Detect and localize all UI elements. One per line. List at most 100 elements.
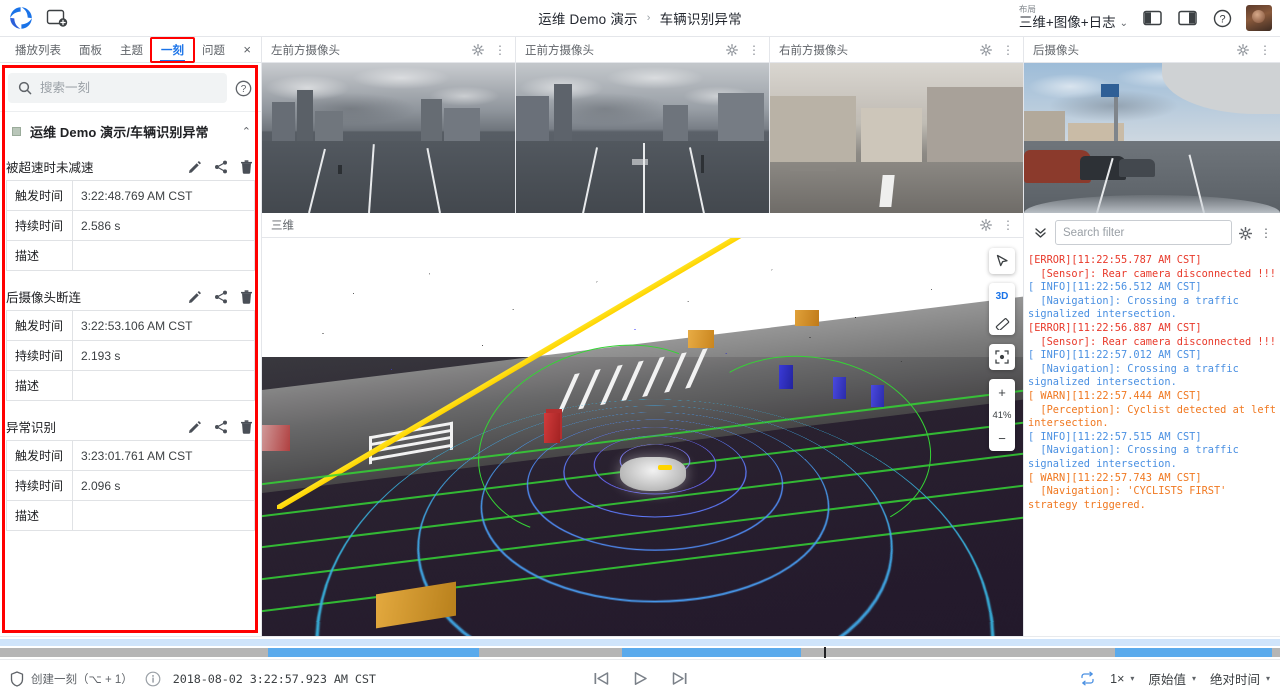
zoom-out-button[interactable]: − bbox=[989, 425, 1015, 451]
bounding-box-vehicle[interactable] bbox=[779, 365, 794, 390]
camera-view-left-front[interactable] bbox=[262, 63, 516, 213]
moment-details-table: 触发时间 3:23:01.761 AM CST 持续时间 2.096 s 描述 bbox=[6, 440, 255, 531]
layout-value: 三维+图像+日志 bbox=[1018, 15, 1116, 31]
caret-down-icon: ▾ bbox=[1130, 674, 1135, 683]
playback-bar: 创建一刻（⌥ + 1） 2018-08-02 3:22:57.923 AM CS… bbox=[0, 659, 1280, 697]
moment-details-table: 触发时间 3:22:53.106 AM CST 持续时间 2.193 s 描述 bbox=[6, 310, 255, 401]
bounding-box-vehicle[interactable] bbox=[832, 377, 846, 400]
double-chevron-down-icon[interactable] bbox=[1032, 226, 1048, 239]
avatar[interactable] bbox=[1246, 5, 1272, 31]
chevron-up-icon[interactable]: ⌃ bbox=[242, 125, 251, 138]
gear-icon[interactable] bbox=[980, 43, 992, 56]
zoom-in-button[interactable]: + bbox=[989, 379, 1015, 405]
trash-icon[interactable] bbox=[240, 159, 253, 174]
time-mode-value: 绝对时间 bbox=[1209, 673, 1260, 687]
cursor-pointer-icon[interactable] bbox=[989, 248, 1015, 274]
tab-label: 问题 bbox=[202, 44, 225, 57]
recenter-target-icon[interactable] bbox=[989, 344, 1015, 370]
camera-view-front[interactable] bbox=[516, 63, 770, 213]
gear-icon[interactable] bbox=[1237, 43, 1249, 56]
aperture-logo-icon[interactable] bbox=[8, 5, 34, 31]
add-panel-icon[interactable] bbox=[46, 8, 68, 28]
timeline-overview-bar[interactable] bbox=[0, 639, 1280, 646]
shield-icon bbox=[10, 670, 24, 687]
playback-speed-dropdown[interactable]: 1× ▾ bbox=[1110, 672, 1134, 686]
gear-icon[interactable] bbox=[726, 43, 738, 56]
search-input[interactable] bbox=[40, 81, 217, 95]
skip-next-icon[interactable] bbox=[671, 671, 688, 686]
kebab-menu-icon[interactable]: ⋮ bbox=[748, 44, 760, 56]
timeline[interactable] bbox=[0, 636, 1280, 659]
timeline-segment[interactable] bbox=[267, 648, 479, 657]
timeline-segment[interactable] bbox=[622, 648, 802, 657]
edit-pencil-icon[interactable] bbox=[188, 160, 202, 174]
moments-group-header[interactable]: 运维 Demo 演示/车辆识别异常 ⌃ bbox=[0, 111, 261, 151]
share-icon[interactable] bbox=[214, 420, 228, 434]
skip-previous-icon[interactable] bbox=[593, 671, 610, 686]
bounding-box-vehicle[interactable] bbox=[262, 425, 290, 452]
gear-icon[interactable] bbox=[472, 43, 484, 56]
kebab-menu-icon[interactable]: ⋮ bbox=[1002, 44, 1014, 56]
timeline-track[interactable] bbox=[0, 648, 1280, 657]
kebab-menu-icon[interactable]: ⋮ bbox=[1002, 219, 1014, 231]
tab-panels[interactable]: 面板 bbox=[70, 37, 111, 62]
share-icon[interactable] bbox=[214, 290, 228, 304]
play-button[interactable] bbox=[632, 671, 649, 686]
log-message-list[interactable]: [ERROR][11:22:55.787 AM CST] [Sensor]: R… bbox=[1024, 252, 1280, 636]
gear-icon[interactable] bbox=[980, 219, 992, 231]
layout-selector[interactable]: 布局 三维+图像+日志 ⌄ bbox=[1019, 5, 1128, 30]
bounding-box-vehicle[interactable] bbox=[543, 413, 560, 444]
layout-right-icon[interactable] bbox=[1176, 7, 1198, 29]
table-row: 描述 bbox=[6, 240, 255, 271]
bounding-box-object[interactable] bbox=[794, 309, 819, 326]
info-circle-icon[interactable] bbox=[145, 671, 161, 687]
tab-moments[interactable]: 一刻 bbox=[152, 37, 193, 62]
kebab-menu-icon[interactable]: ⋮ bbox=[1260, 227, 1272, 239]
moments-list[interactable]: 运维 Demo 演示/车辆识别异常 ⌃ 被超速时未减速 触发时间 3:22:48… bbox=[0, 111, 261, 636]
panel-title: 右前方摄像头 bbox=[779, 44, 848, 57]
tab-playlist[interactable]: 播放列表 bbox=[6, 37, 70, 62]
time-mode-dropdown[interactable]: 绝对时间 ▾ bbox=[1210, 669, 1270, 688]
help-circle-icon[interactable]: ? bbox=[1211, 7, 1233, 29]
zoom-level-label: 41% bbox=[992, 409, 1012, 421]
loop-repeat-icon[interactable] bbox=[1079, 671, 1096, 686]
playback-left-group: 创建一刻（⌥ + 1） 2018-08-02 3:22:57.923 AM CS… bbox=[10, 670, 376, 687]
moment-header: 被超速时未减速 bbox=[0, 151, 261, 180]
log-search-input[interactable] bbox=[1063, 226, 1224, 239]
edit-pencil-icon[interactable] bbox=[188, 290, 202, 304]
value-mode-dropdown[interactable]: 原始值 ▾ bbox=[1148, 669, 1196, 688]
help-circle-icon[interactable]: ? bbox=[233, 78, 253, 98]
camera-view-right-front[interactable] bbox=[770, 63, 1024, 213]
log-search-box[interactable] bbox=[1055, 220, 1232, 245]
trash-icon[interactable] bbox=[240, 289, 253, 304]
current-timestamp: 2018-08-02 3:22:57.923 AM CST bbox=[172, 671, 376, 686]
close-tabs-icon[interactable]: × bbox=[243, 42, 251, 57]
edit-pencil-icon[interactable] bbox=[188, 420, 202, 434]
search-moments-box[interactable] bbox=[8, 73, 227, 103]
timeline-playhead[interactable] bbox=[824, 647, 826, 658]
ruler-icon[interactable] bbox=[989, 309, 1015, 335]
layout-left-icon[interactable] bbox=[1141, 7, 1163, 29]
bounding-box-vehicle[interactable] bbox=[870, 385, 884, 408]
create-moment-button[interactable]: 创建一刻（⌥ + 1） bbox=[10, 670, 133, 687]
breadcrumb-root[interactable]: 运维 Demo 演示 bbox=[538, 8, 638, 28]
panel-title: 正前方摄像头 bbox=[525, 44, 594, 57]
tab-label: 一刻 bbox=[161, 44, 184, 57]
timeline-segment[interactable] bbox=[1114, 648, 1273, 657]
tab-problems[interactable]: 问题 bbox=[193, 37, 234, 62]
camera-view-rear[interactable] bbox=[1024, 63, 1280, 213]
bounding-box-object[interactable] bbox=[688, 329, 715, 348]
row-label: 触发时间 bbox=[6, 440, 73, 471]
gear-icon[interactable] bbox=[1239, 226, 1252, 240]
share-icon[interactable] bbox=[214, 160, 228, 174]
three-d-viewport[interactable]: 3D + 41% − bbox=[262, 238, 1023, 636]
main-area: ? 运维 Demo 演示/车辆识别异常 ⌃ 被超速时未减速 bbox=[0, 63, 1280, 636]
table-row: 持续时间 2.096 s bbox=[6, 470, 255, 501]
camera-panel-header-3: 后摄像头 ⋮ bbox=[1024, 37, 1280, 62]
kebab-menu-icon[interactable]: ⋮ bbox=[494, 44, 506, 56]
kebab-menu-icon[interactable]: ⋮ bbox=[1259, 44, 1271, 56]
tab-topics[interactable]: 主题 bbox=[111, 37, 152, 62]
three-d-mode-toggle[interactable]: 3D bbox=[989, 283, 1015, 309]
trash-icon[interactable] bbox=[240, 419, 253, 434]
viewport-tools: 3D + 41% − bbox=[989, 248, 1015, 451]
